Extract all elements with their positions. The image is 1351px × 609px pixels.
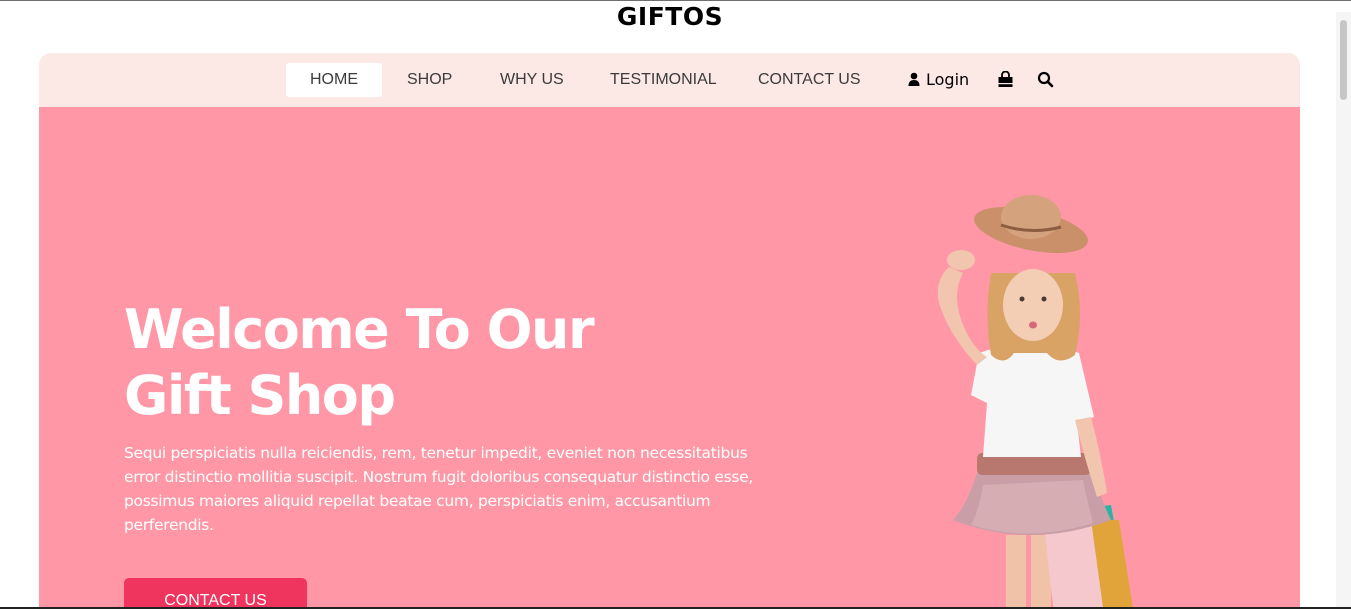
search-icon[interactable] <box>1037 71 1055 89</box>
login-link[interactable]: Login <box>908 63 969 97</box>
nav-item-contact-us[interactable]: CONTACT US <box>733 63 886 97</box>
girl-with-shopping-bags-image <box>937 195 1133 607</box>
shopping-bag-icon[interactable] <box>997 70 1015 89</box>
main-nav: HOME SHOP WHY US TESTIMONIAL CONTACT US … <box>39 53 1300 107</box>
hero-title-line-1: Welcome To Our <box>124 298 595 361</box>
nav-item-testimonial[interactable]: TESTIMONIAL <box>585 63 742 97</box>
hero-title: Welcome To Our Gift Shop <box>124 297 684 429</box>
user-icon <box>908 72 920 86</box>
hero-title-line-2: Gift Shop <box>124 364 396 427</box>
page-scrollbar[interactable] <box>1336 12 1351 607</box>
nav-item-shop[interactable]: SHOP <box>382 63 477 97</box>
nav-item-home[interactable]: HOME <box>286 63 382 97</box>
login-label: Login <box>926 70 970 89</box>
brand-logo[interactable]: GIFTOS <box>0 2 1340 31</box>
nav-item-why-us[interactable]: WHY US <box>475 63 589 97</box>
contact-us-button[interactable]: CONTACT US <box>124 578 307 607</box>
hero-banner: Welcome To Our Gift Shop Sequi perspicia… <box>39 107 1300 607</box>
scrollbar-thumb[interactable] <box>1340 20 1347 100</box>
hero-description: Sequi perspiciatis nulla reiciendis, rem… <box>124 444 754 534</box>
window-top-border <box>0 0 1351 1</box>
